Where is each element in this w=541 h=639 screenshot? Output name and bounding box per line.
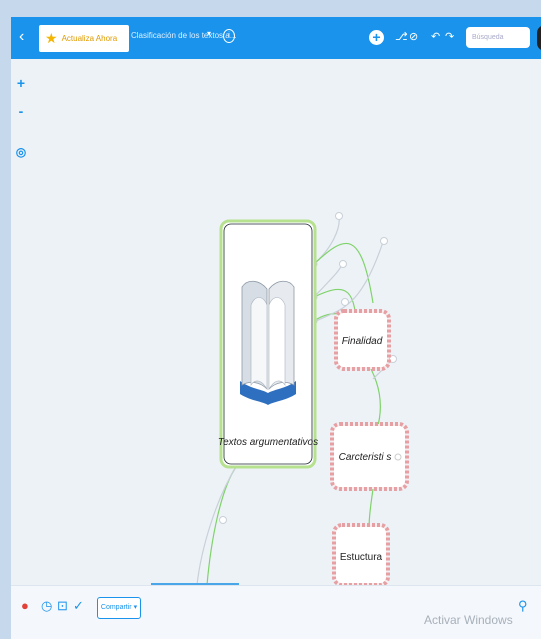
star-icon: ★: [45, 30, 58, 46]
link-finalidad-caract: [370, 368, 381, 430]
avatar[interactable]: [537, 25, 541, 51]
link-finalidad: [313, 242, 374, 304]
top-toolbar: ‹ ★ Actualiza Ahora Clasificación de los…: [11, 17, 541, 59]
empty-node-2: [380, 237, 388, 245]
link-empty-1: [313, 215, 340, 265]
node-finalidad[interactable]: Finalidad: [334, 309, 391, 371]
node-caracteristicas[interactable]: Carcteristi s: [330, 422, 409, 491]
activate-windows-watermark: Activar Windows: [424, 613, 513, 627]
info-icon[interactable]: i: [223, 29, 235, 43]
upgrade-label: Actualiza Ahora: [61, 34, 118, 43]
history-icon[interactable]: ◷: [41, 598, 52, 614]
node-estructura[interactable]: Estuctura: [332, 523, 390, 585]
redo-icon[interactable]: ↷: [445, 30, 454, 43]
map-icon[interactable]: ⚲: [518, 598, 528, 614]
empty-node-6: [219, 516, 227, 524]
add-node-button[interactable]: +: [369, 30, 384, 45]
central-node-label: Textos argumentativos: [218, 437, 318, 448]
title-dropdown-icon[interactable]: ▾: [207, 29, 211, 38]
node-caracteristicas-label: Carcteristi s: [339, 452, 392, 463]
palette-icon[interactable]: ●: [21, 598, 29, 613]
undo-icon[interactable]: ↶: [431, 30, 440, 43]
upgrade-button[interactable]: ★ Actualiza Ahora: [39, 25, 129, 52]
empty-node-4: [341, 298, 349, 306]
central-node[interactable]: Textos argumentativos: [218, 219, 318, 469]
node-finalidad-label: Finalidad: [342, 336, 383, 347]
document-title[interactable]: Clasificación de los textos a...: [131, 31, 236, 40]
node-estructura-label: Estuctura: [340, 552, 383, 563]
app-frame: ‹ ★ Actualiza Ahora Clasificación de los…: [0, 0, 541, 639]
empty-node-3: [339, 260, 347, 268]
bottom-toolbar: ● ◷ ⊡ ✓ Compartir ▾ Activar Windows ⚲: [11, 585, 541, 639]
link-central-down-2: [196, 466, 237, 585]
search-input[interactable]: Búsqueda: [466, 27, 530, 48]
link-central-down: [206, 466, 237, 585]
back-icon[interactable]: ‹: [19, 27, 24, 47]
mindmap-canvas[interactable]: + - ◎ Textos argumentativos Finalidad Ca…: [11, 59, 541, 585]
presentation-icon[interactable]: ⊡: [57, 598, 68, 614]
mindmap-graph: Textos argumentativos Finalidad Carcteri…: [151, 212, 409, 585]
link-icon[interactable]: ⊘: [409, 30, 418, 43]
share-button[interactable]: Compartir ▾: [97, 597, 141, 619]
share-tree-icon[interactable]: ⎇: [395, 30, 408, 43]
share-label: Compartir: [100, 604, 132, 611]
empty-node-1: [335, 212, 343, 220]
check-icon[interactable]: ✓: [73, 598, 84, 614]
